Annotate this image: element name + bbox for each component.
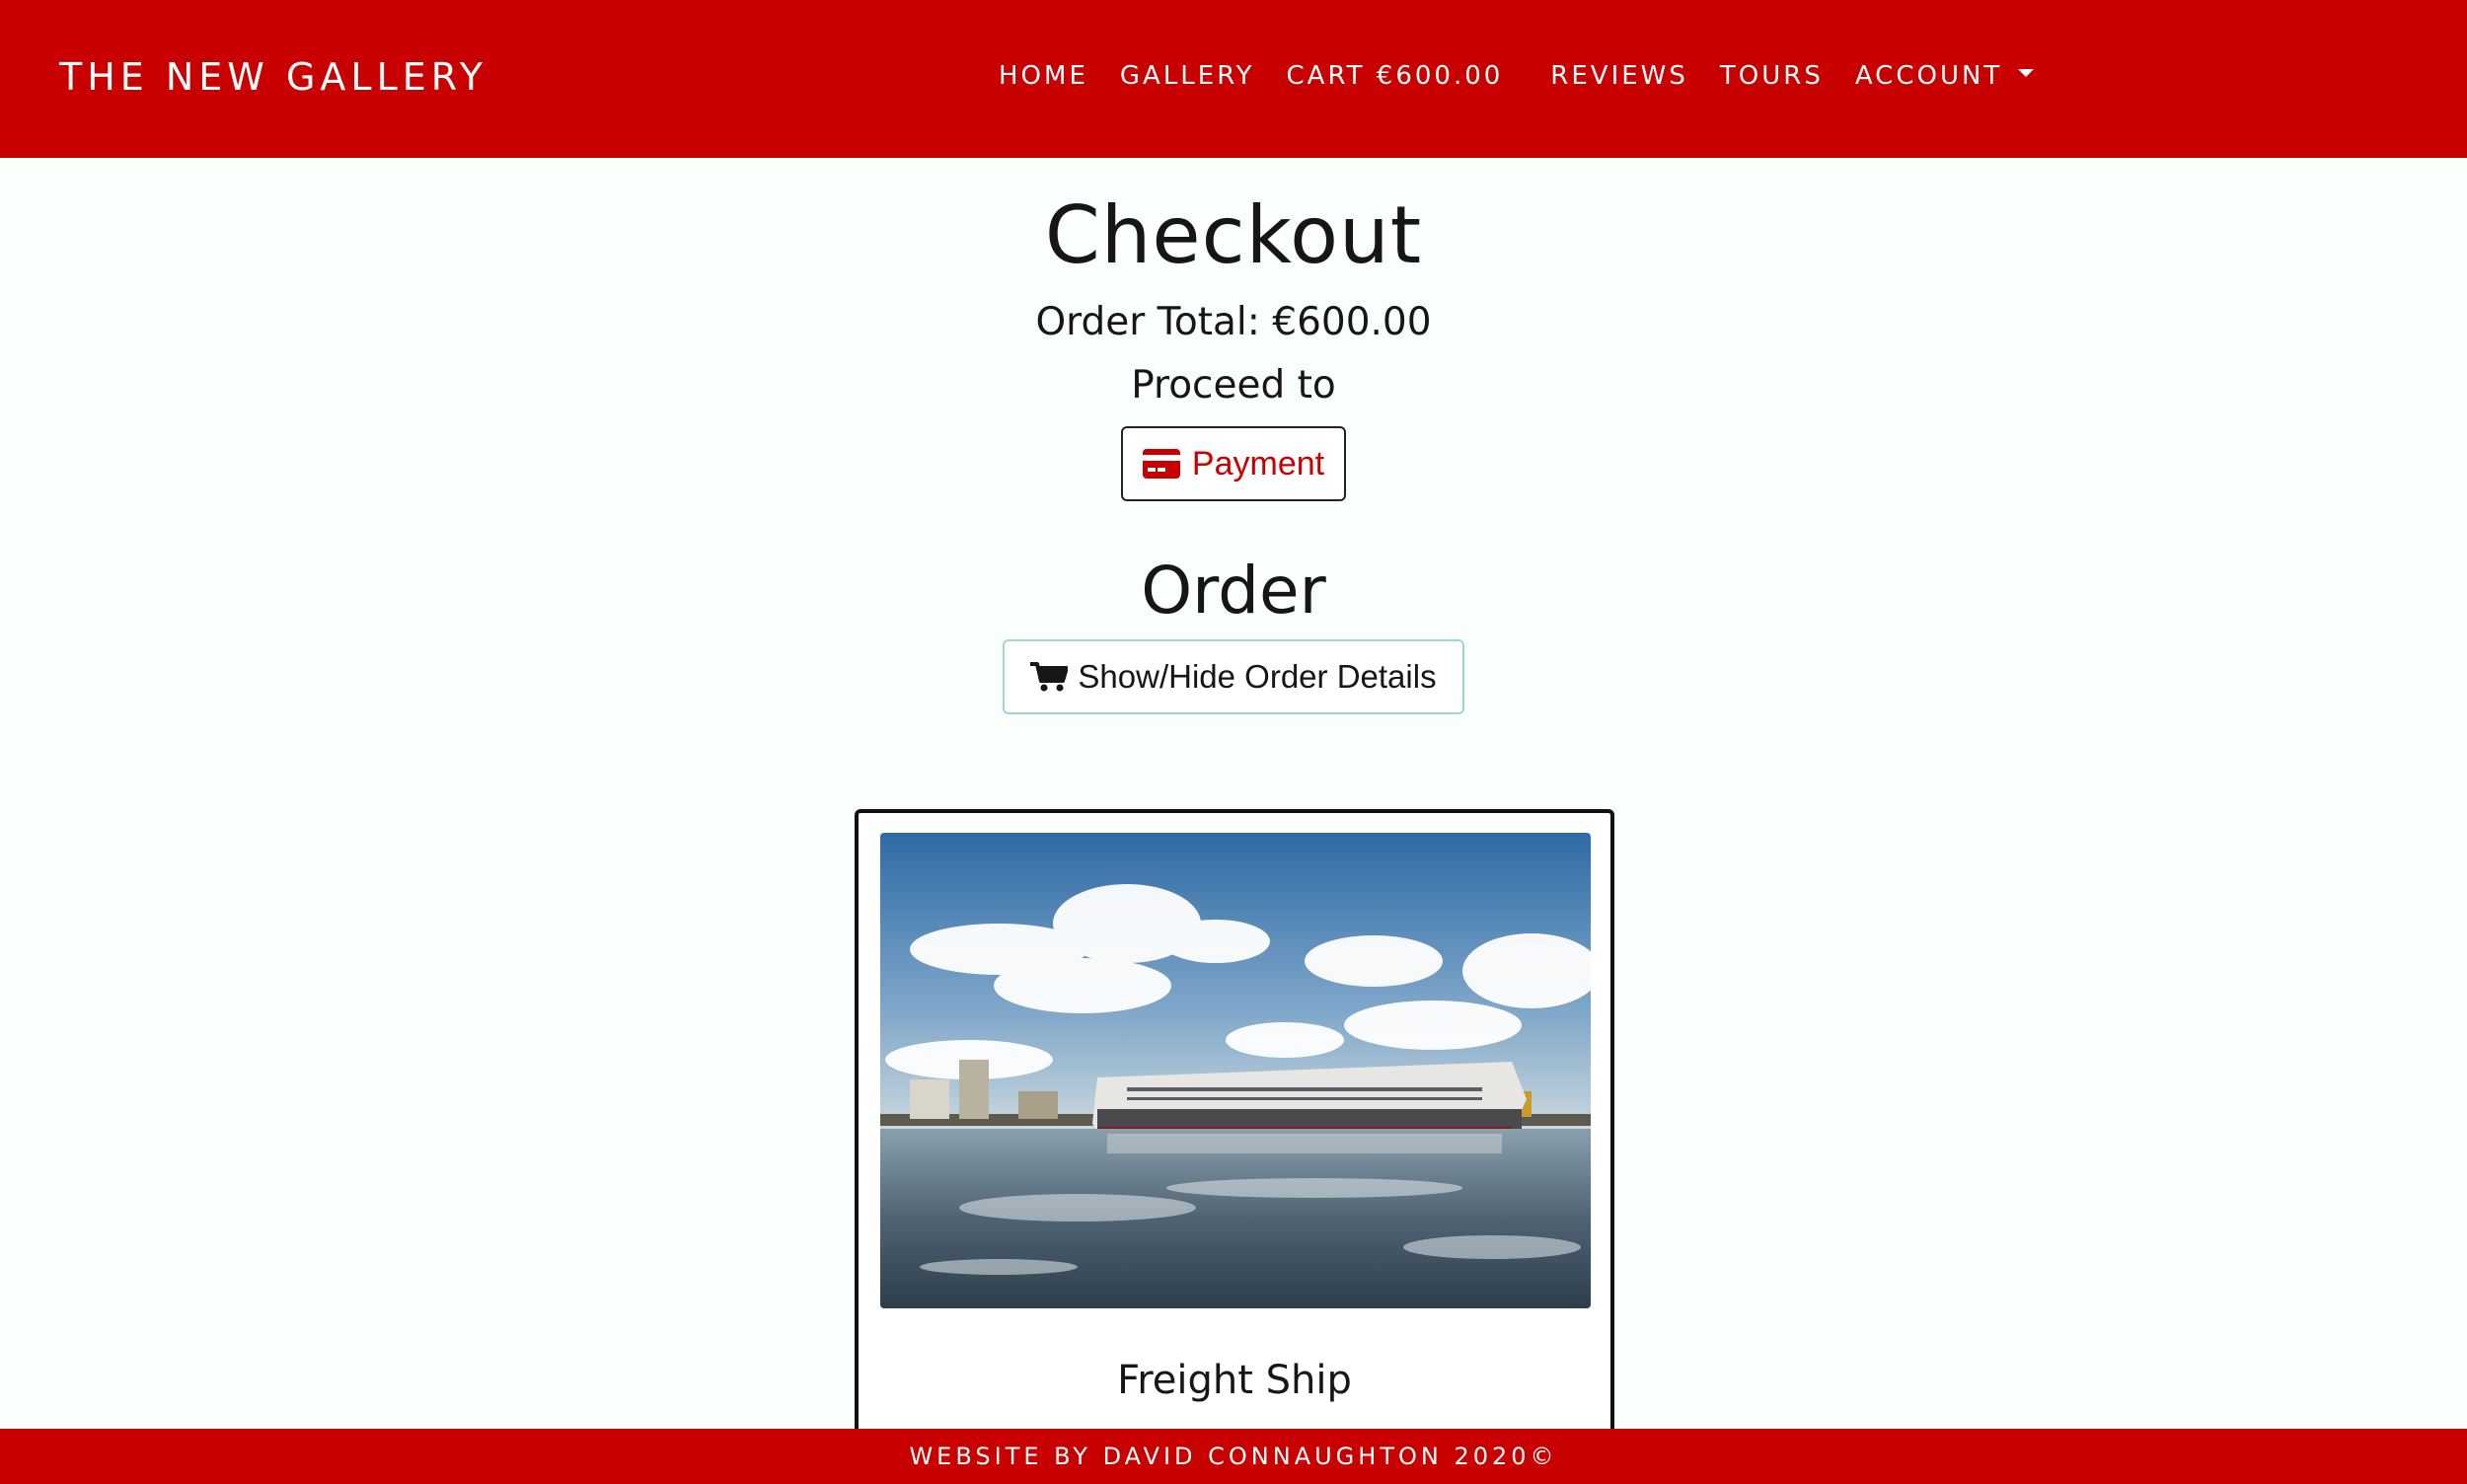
freight-ship-photo[interactable] <box>880 833 1591 1308</box>
caret-down-icon <box>2018 68 2035 77</box>
top-navbar: THE NEW GALLERY HOME GALLERY CART €600.0… <box>0 0 2467 158</box>
nav-tours[interactable]: TOURS <box>1720 61 1824 91</box>
ship-photo-illustration <box>880 833 1591 1308</box>
payment-button[interactable]: Payment <box>1121 426 1346 501</box>
order-total: Order Total: €600.00 <box>1035 300 1432 344</box>
nav-home[interactable]: HOME <box>999 61 1088 91</box>
shopping-cart-icon <box>1030 662 1069 692</box>
brand-logo[interactable]: THE NEW GALLERY <box>59 55 487 99</box>
toggle-order-details-label: Show/Hide Order Details <box>1078 658 1437 695</box>
nav-account-label: ACCOUNT <box>1854 61 2003 91</box>
nav-cart[interactable]: CART €600.00 <box>1287 61 1504 91</box>
nav-reviews[interactable]: REVIEWS <box>1550 61 1688 91</box>
page-title: Checkout <box>1044 189 1423 281</box>
nav-gallery[interactable]: GALLERY <box>1120 61 1255 91</box>
toggle-order-details-button[interactable]: Show/Hide Order Details <box>1003 639 1464 714</box>
proceed-text: Proceed to <box>1131 363 1336 408</box>
footer-text: WEBSITE BY DAVID CONNAUGHTON 2020© <box>909 1443 1558 1470</box>
credit-card-icon <box>1142 449 1180 479</box>
nav-account-dropdown[interactable]: ACCOUNT <box>1854 61 2035 91</box>
checkout-main: Checkout Order Total: €600.00 Proceed to… <box>0 158 2467 1460</box>
payment-button-label: Payment <box>1191 444 1325 482</box>
site-footer: WEBSITE BY DAVID CONNAUGHTON 2020© <box>0 1429 2467 1484</box>
order-item-card: Freight Ship <box>855 809 1614 1460</box>
main-nav: HOME GALLERY CART €600.00 REVIEWS TOURS … <box>999 61 2065 91</box>
item-title: Freight Ship <box>1117 1358 1352 1403</box>
order-heading: Order <box>1141 553 1326 629</box>
